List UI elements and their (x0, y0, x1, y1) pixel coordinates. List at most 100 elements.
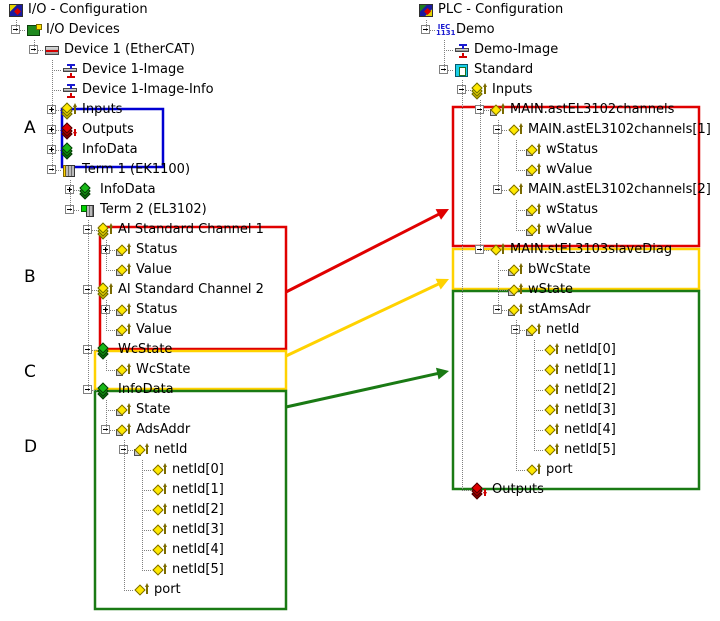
tree-guide-line (124, 440, 126, 591)
tree-node[interactable]: InfoData (0, 180, 400, 200)
tree-node[interactable]: AdsAddr (0, 420, 400, 440)
tree-node[interactable]: Status (0, 300, 400, 320)
tree-guide-line (106, 360, 108, 371)
terminal-green-icon (80, 202, 96, 218)
tree-node[interactable]: netId (410, 320, 720, 340)
tree-node-label: netId (546, 322, 580, 337)
tree-node-label: InfoData (82, 142, 138, 157)
tree-node[interactable]: netId[2] (410, 380, 720, 400)
tree-node[interactable]: AI Standard Channel 2 (0, 280, 400, 300)
tree-node-label: Standard (474, 62, 534, 77)
tree-node[interactable]: netId[0] (0, 460, 400, 480)
image-icon (62, 82, 78, 98)
tree-node[interactable]: wValue (410, 160, 720, 180)
tree-node[interactable]: bWcState (410, 260, 720, 280)
tree-node[interactable]: netId[1] (410, 360, 720, 380)
tree-node[interactable]: Outputs (410, 480, 720, 500)
variable-icon (116, 242, 132, 258)
tree-guide-line (426, 20, 428, 31)
tree-node[interactable]: Term 1 (EK1100) (0, 160, 400, 180)
tree-node-label: Demo (456, 22, 495, 37)
tree-node[interactable]: netId (0, 440, 400, 460)
tree-node-label: InfoData (100, 182, 156, 197)
tree-node[interactable]: I/O Devices (0, 20, 400, 40)
tree-guide-line (516, 200, 518, 231)
tree-node[interactable]: wValue (410, 220, 720, 240)
tree-node-label: bWcState (528, 262, 591, 277)
tree-node[interactable]: Device 1-Image (0, 60, 400, 80)
variable-icon (526, 222, 542, 238)
tree-node-label: I/O - Configuration (28, 2, 148, 17)
device-icon (44, 42, 60, 58)
tree-node[interactable]: wState (410, 280, 720, 300)
tree-node[interactable]: Device 1-Image-Info (0, 80, 400, 100)
tree-node[interactable]: Demo-Image (410, 40, 720, 60)
outputs-icon (471, 482, 488, 500)
image-icon (454, 42, 470, 58)
tree-node[interactable]: wStatus (410, 140, 720, 160)
tree-node-label: port (546, 462, 573, 477)
tree-node[interactable]: WcState (0, 340, 400, 360)
tree-node[interactable]: MAIN.astEL3102channels[1] (410, 120, 720, 140)
tree-guide-line (498, 120, 500, 191)
tree-node[interactable]: wStatus (410, 200, 720, 220)
tree-guide-line (516, 320, 518, 471)
var-plain-icon (544, 402, 560, 418)
tree-node-label: stAmsAdr (528, 302, 591, 317)
tree-node[interactable]: netId[5] (0, 560, 400, 580)
tree-node[interactable]: netId[4] (410, 420, 720, 440)
variable-icon (526, 162, 542, 178)
tree-node[interactable]: netId[2] (0, 500, 400, 520)
tree-node-label: Term 2 (EL3102) (100, 202, 207, 217)
tree-node-label: WcState (118, 342, 173, 357)
tree-node[interactable]: netId[3] (410, 400, 720, 420)
tree-node[interactable]: Outputs (0, 120, 400, 140)
tree-node[interactable]: port (0, 580, 400, 600)
tree-node[interactable]: Status (0, 240, 400, 260)
tree-node[interactable]: InfoData (0, 140, 400, 160)
tree-node[interactable]: netId[1] (0, 480, 400, 500)
variable-icon (116, 262, 132, 278)
tree-node[interactable]: WcState (0, 360, 400, 380)
tree-node[interactable]: PLC - Configuration (410, 0, 720, 20)
variable-icon (526, 142, 542, 158)
tree-node[interactable]: netId[3] (0, 520, 400, 540)
tree-node-label: Demo-Image (474, 42, 559, 57)
tree-node[interactable]: netId[5] (410, 440, 720, 460)
tree-guide-line (106, 400, 108, 431)
tree-node[interactable]: Device 1 (EtherCAT) (0, 40, 400, 60)
tree-node[interactable]: MAIN.astEL3102channels (410, 100, 720, 120)
tree-guide-line (16, 20, 18, 31)
var-plain-icon (490, 242, 506, 258)
tree-node-label: PLC - Configuration (438, 2, 564, 17)
tree-node[interactable]: Value (0, 320, 400, 340)
tree-node[interactable]: Inputs (0, 100, 400, 120)
tree-node[interactable]: netId[0] (410, 340, 720, 360)
tree-node[interactable]: MAIN.astEL3102channels[2] (410, 180, 720, 200)
tree-node[interactable]: IEC 1131 Demo (410, 20, 720, 40)
tree-node[interactable]: AI Standard Channel 1 (0, 220, 400, 240)
tree-node[interactable]: Inputs (410, 80, 720, 100)
infodata-icon (97, 382, 114, 400)
tree-node-label: netId[2] (564, 382, 616, 397)
tree-node[interactable]: InfoData (0, 380, 400, 400)
tree-node-label: netId[4] (172, 542, 224, 557)
inputs-icon (471, 82, 488, 100)
tree-node[interactable]: Standard (410, 60, 720, 80)
variable-icon (490, 102, 506, 118)
io-devices-icon (26, 22, 42, 38)
tree-node-label: wState (528, 282, 574, 297)
tree-node-label: Device 1-Image-Info (82, 82, 214, 97)
tree-node[interactable]: netId[4] (0, 540, 400, 560)
tree-node[interactable]: Term 2 (EL3102) (0, 200, 400, 220)
tree-node[interactable]: Value (0, 260, 400, 280)
tree-node[interactable]: stAmsAdr (410, 300, 720, 320)
tree-node[interactable]: I/O - Configuration (0, 0, 400, 20)
tree-node[interactable]: State (0, 400, 400, 420)
var-plain-icon (152, 562, 168, 578)
tree-node[interactable]: MAIN.stEL3103slaveDiag (410, 240, 720, 260)
tree-node-label: AI Standard Channel 2 (118, 282, 264, 297)
tree-node[interactable]: port (410, 460, 720, 480)
tree-node-label: wStatus (546, 202, 599, 217)
variable-icon (508, 302, 524, 318)
